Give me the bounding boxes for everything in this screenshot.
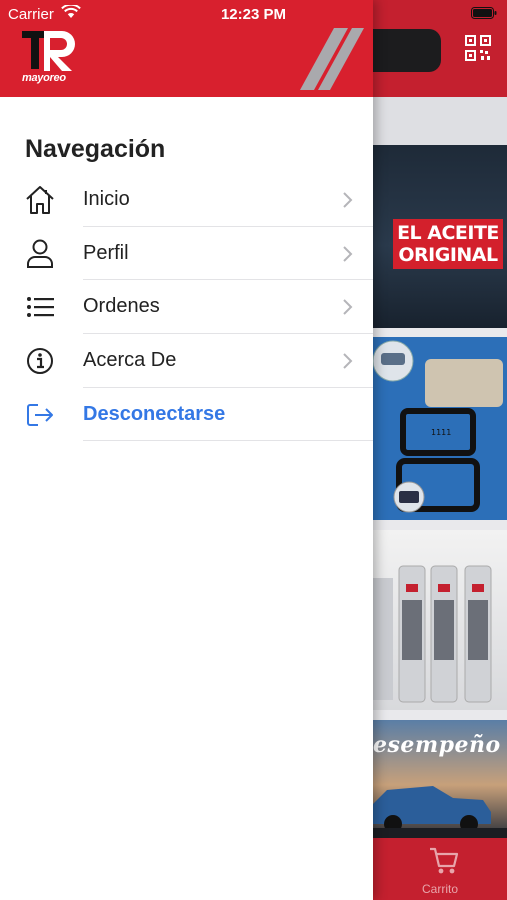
qr-code-icon[interactable] (465, 35, 491, 61)
nav-item-label: Desconectarse (83, 402, 226, 425)
logo-text: mayoreo (22, 72, 66, 84)
decorative-stripes (300, 28, 364, 90)
home-icon (26, 186, 54, 214)
nav-item-label: Inicio (83, 188, 130, 210)
nav-item-inicio[interactable]: Inicio (0, 173, 373, 227)
tab-cart-label[interactable]: Carrito (373, 882, 507, 896)
nav-item-desconectarse[interactable]: Desconectarse (0, 388, 373, 442)
divider (83, 440, 373, 442)
status-bar: Carrier 12:23 PM (0, 0, 507, 28)
chevron-right-icon (343, 299, 353, 316)
banner-oil-line-1: EL ACEITE (397, 222, 499, 244)
nav-title: Navegación (25, 135, 166, 163)
nav-menu: Inicio Perfil Ordenes Acerca De Desconec… (0, 173, 373, 442)
cart-icon[interactable] (428, 846, 460, 876)
banner-oil-line-2: ORIGINAL (398, 244, 498, 266)
banner-oil[interactable]: EL ACEITE ORIGINAL (373, 145, 507, 328)
status-time: 12:23 PM (220, 6, 287, 23)
license-plates-image: 1111 (373, 340, 503, 513)
chevron-right-icon (343, 245, 353, 262)
car-image (373, 786, 507, 838)
banner-sealant-tubes[interactable] (373, 530, 507, 710)
svg-text:1111: 1111 (431, 428, 451, 437)
nav-item-perfil[interactable]: Perfil (0, 227, 373, 281)
list-icon (27, 297, 54, 318)
banner-oil-text: EL ACEITE ORIGINAL (393, 219, 503, 269)
battery-icon (471, 7, 497, 19)
nav-item-ordenes[interactable]: Ordenes (0, 280, 373, 335)
tab-bar: Carrito (373, 838, 507, 900)
info-icon (27, 348, 53, 375)
logout-icon (27, 403, 53, 426)
nav-item-label: Perfil (83, 241, 129, 264)
category-strip (373, 97, 507, 145)
banner-performance[interactable]: esempeño (373, 720, 507, 838)
chevron-right-icon (343, 192, 353, 208)
nav-item-label: Acerca De (83, 349, 177, 372)
sealant-tubes-image (373, 565, 492, 703)
chevron-right-icon (343, 353, 353, 369)
person-icon (27, 239, 53, 268)
nav-item-acerca-de[interactable]: Acerca De (0, 334, 373, 388)
banner-license-plates[interactable]: 1111 (373, 337, 507, 520)
navigation-drawer: mayoreo Navegación Inicio Perfil Ordenes… (0, 0, 373, 900)
nav-item-label: Ordenes (83, 295, 160, 318)
